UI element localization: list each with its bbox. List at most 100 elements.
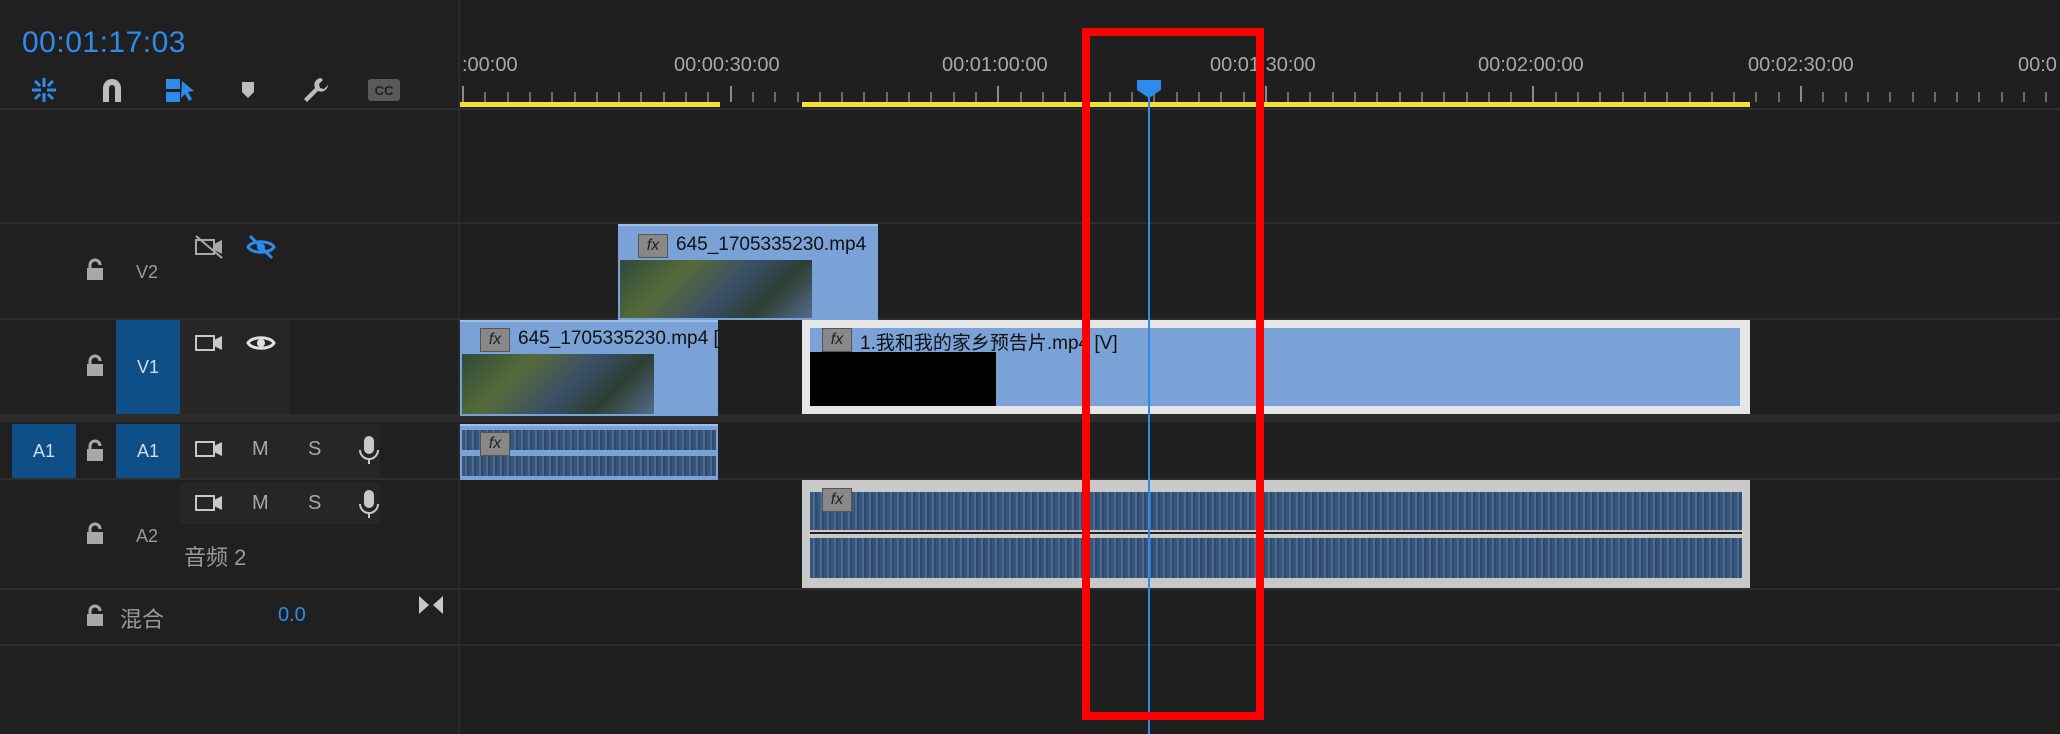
fx-badge[interactable]: fx [822,328,852,352]
wrench-settings-icon[interactable] [296,70,336,110]
fx-badge[interactable]: fx [822,488,852,512]
lock-icon[interactable] [84,604,106,628]
clip-label: 645_1705335230.mp4 [ [518,328,719,349]
work-area-bar[interactable] [460,102,720,107]
track-target-v1[interactable]: V1 [116,320,180,414]
highlight-box [1082,28,1264,720]
ruler-tick [1264,86,1267,102]
ruler-tick [1777,92,1780,102]
ruler-tick [1889,92,1892,102]
magnet-snap-icon[interactable] [92,70,132,110]
waveform [810,538,1742,578]
video-clip-v1-b[interactable]: fx 1.我和我的家乡预告片.mp4 [V] [802,320,1750,414]
mix-volume-value[interactable]: 0.0 [278,604,306,627]
ruler-tick [930,92,933,102]
microphone-icon[interactable] [358,434,380,466]
clip-thumbnail [620,260,812,318]
lock-icon[interactable] [84,522,106,546]
clip-label: 1.我和我的家乡预告片.mp4 [V] [860,333,1118,354]
lock-icon[interactable] [84,258,106,282]
video-clip-v1-a[interactable]: fx 645_1705335230.mp4 [ [460,320,719,416]
mix-label: 混合 [120,607,165,632]
ruler-tick [2000,92,2003,102]
fx-badge[interactable]: fx [480,432,510,456]
ruler-tick [1956,92,1959,102]
sync-lock-icon[interactable] [194,330,224,356]
track-target-a1[interactable]: A1 [116,424,180,478]
sync-lock-icon[interactable] [194,436,224,462]
ruler-tick [685,92,687,102]
eye-hidden-icon[interactable] [246,234,276,260]
ruler-label: :00:00 [462,54,518,76]
ruler-tick [1287,92,1290,102]
ruler-label: 00:02:30:00 [1748,54,1854,76]
linked-selection-icon[interactable] [160,70,200,110]
track-label-a2: 音频 2 [184,545,247,570]
ruler-label: 00:01:00:00 [942,54,1048,76]
ruler-tick [1933,92,1936,102]
ruler-tick [1822,92,1825,102]
audio-clip-a1[interactable]: fx [460,424,718,480]
ripple-snap-icon[interactable] [24,70,64,110]
captions-cc-icon[interactable]: CC [364,70,404,110]
audio-clip-a2[interactable]: fx [802,480,1750,588]
ruler-tick [974,92,977,102]
ruler-tick [1666,92,1669,102]
track-name-a2: A2 [136,526,159,546]
ruler-tick [1443,92,1446,102]
mute-button[interactable]: M [252,438,269,461]
ruler-label: 00:00:30:00 [674,54,780,76]
ruler-divider [0,108,2060,110]
video-clip-v2[interactable]: fx 645_1705335230.mp4 [618,224,878,320]
ruler-tick [2023,92,2025,102]
ruler-tick [1643,92,1646,102]
ruler-tick [551,92,554,102]
ruler-tick [1554,92,1557,102]
sync-lock-off-icon[interactable] [194,234,224,260]
track-name-v2: V2 [136,262,159,282]
track-divider [0,588,2060,590]
ruler-tick [796,92,799,102]
lock-icon[interactable] [84,354,106,378]
clip-label: 645_1705335230.mp4 [676,234,867,255]
video-audio-divider [0,414,2060,422]
microphone-icon[interactable] [358,488,380,520]
ruler-tick [1309,92,1312,102]
ruler-tick [484,92,487,102]
current-timecode[interactable]: 00:01:17:03 [22,26,186,60]
ruler-tick [1019,92,1022,102]
ruler-tick [1978,92,1981,102]
eye-visible-icon[interactable] [246,330,276,356]
add-marker-icon[interactable] [228,70,268,110]
ruler-tick [1688,92,1691,102]
track-divider [0,644,2060,646]
fx-badge[interactable]: fx [638,234,668,258]
ruler-tick [1398,92,1401,102]
sync-lock-icon[interactable] [194,490,224,516]
ruler-label: 00:02:00:00 [1478,54,1584,76]
ruler-tick [1064,92,1067,102]
mute-button[interactable]: M [252,492,269,515]
ruler-tick [1420,92,1423,102]
track-divider [0,222,2060,224]
ruler-tick [707,92,710,102]
ruler-tick [818,92,821,102]
ruler-tick [1041,92,1044,102]
work-area-bar[interactable] [802,102,1750,107]
ruler-tick [1532,86,1535,102]
fx-badge[interactable]: fx [480,328,510,352]
clip-thumbnail [810,352,996,406]
mix-pan-icon[interactable] [418,594,444,616]
solo-button[interactable]: S [308,438,321,461]
ruler-tick [640,92,643,102]
ruler-tick [618,92,621,102]
ruler-tick [1911,92,1914,102]
ruler-tick [462,86,464,102]
ruler-tick [774,92,777,102]
source-patch-a1[interactable]: A1 [12,424,76,478]
ruler-tick [1755,92,1758,102]
ruler-tick [1376,92,1379,102]
lock-icon[interactable] [84,439,106,463]
ruler-tick [908,92,910,102]
solo-button[interactable]: S [308,492,321,515]
